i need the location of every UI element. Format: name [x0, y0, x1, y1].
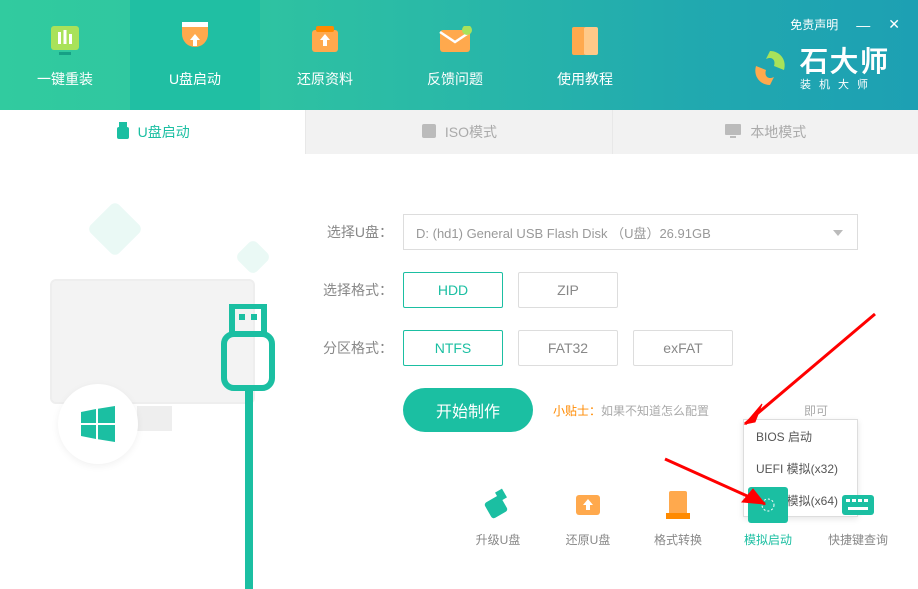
header: 一键重装 U盘启动 还原资料 反馈问题 使用教程 免责声: [0, 0, 918, 110]
tool-label: 还原U盘: [566, 531, 611, 548]
nav-label: 还原资料: [297, 69, 353, 89]
tool-label: 升级U盘: [476, 531, 521, 548]
nav-label: 使用教程: [557, 69, 613, 89]
main-nav: 一键重装 U盘启动 还原资料 反馈问题 使用教程: [0, 0, 650, 110]
tab-usb-boot[interactable]: U盘启动: [0, 110, 306, 154]
brand-title: 石大师: [800, 45, 890, 79]
content: 选择U盘： D: (hd1) General USB Flash Disk （U…: [0, 154, 918, 578]
usb-plug-graphic: [220, 304, 276, 397]
nav-label: 反馈问题: [427, 69, 483, 89]
brand: 石大师 装机大师: [750, 45, 890, 92]
format-zip-button[interactable]: ZIP: [518, 272, 618, 308]
udisk-select[interactable]: D: (hd1) General USB Flash Disk （U盘）26.9…: [403, 214, 858, 250]
titlebar-right: 免责声明 — ✕: [790, 16, 900, 33]
tip-label: 小贴士：: [553, 404, 601, 418]
tip: 小贴士：如果不知道怎么配置: [553, 402, 709, 419]
tool-label: 快捷键查询: [828, 531, 888, 548]
tool-label: 格式转换: [654, 531, 702, 548]
tool-upgrade-udisk[interactable]: 升级U盘: [468, 487, 528, 548]
nav-label: U盘启动: [169, 69, 221, 89]
label-partition: 分区格式：: [318, 338, 393, 358]
decor-shape: [235, 239, 272, 276]
row-select-format: 选择格式： HDD ZIP: [318, 272, 878, 308]
usb-boot-icon: [175, 21, 215, 61]
monitor-icon: [724, 123, 742, 142]
label-udisk: 选择U盘：: [318, 222, 393, 242]
annotation-arrow-1: [700, 309, 880, 439]
usb-small-icon: [116, 122, 130, 143]
nav-tutorial[interactable]: 使用教程: [520, 0, 650, 110]
udisk-value: D: (hd1) General USB Flash Disk （U盘）26.9…: [416, 223, 711, 242]
row-select-udisk: 选择U盘： D: (hd1) General USB Flash Disk （U…: [318, 214, 878, 250]
restore-small-icon: [568, 487, 608, 523]
restore-icon: [305, 21, 345, 61]
feedback-icon: [435, 21, 475, 61]
tab-label: U盘启动: [138, 122, 190, 142]
annotation-arrow-2: [660, 454, 790, 514]
illustration: [30, 184, 300, 514]
nav-usb-boot[interactable]: U盘启动: [130, 0, 260, 110]
tool-label: 模拟启动: [744, 531, 792, 548]
tutorial-icon: [565, 21, 605, 61]
brand-subtitle: 装机大师: [800, 79, 890, 92]
label-format: 选择格式：: [318, 280, 393, 300]
tab-label: ISO模式: [445, 122, 497, 142]
tab-iso[interactable]: ISO模式: [306, 110, 612, 154]
upgrade-icon: [478, 487, 518, 523]
close-button[interactable]: ✕: [888, 16, 900, 33]
usb-cable-graphic: [245, 389, 253, 589]
tip-text: 如果不知道怎么配置: [601, 404, 709, 418]
windows-icon: [78, 404, 118, 444]
tool-restore-udisk[interactable]: 还原U盘: [558, 487, 618, 548]
keyboard-icon: [838, 487, 878, 523]
start-make-button[interactable]: 开始制作: [403, 388, 533, 432]
nav-reinstall[interactable]: 一键重装: [0, 0, 130, 110]
tab-label: 本地模式: [750, 122, 806, 142]
nav-feedback[interactable]: 反馈问题: [390, 0, 520, 110]
partition-fat32-button[interactable]: FAT32: [518, 330, 618, 366]
nav-restore[interactable]: 还原资料: [260, 0, 390, 110]
partition-ntfs-button[interactable]: NTFS: [403, 330, 503, 366]
disclaimer-link[interactable]: 免责声明: [790, 16, 838, 33]
reinstall-icon: [45, 21, 85, 61]
tab-local[interactable]: 本地模式: [613, 110, 918, 154]
iso-icon: [421, 123, 437, 142]
nav-label: 一键重装: [37, 69, 93, 89]
mode-tabs: U盘启动 ISO模式 本地模式: [0, 110, 918, 154]
minimize-button[interactable]: —: [856, 17, 870, 33]
format-hdd-button[interactable]: HDD: [403, 272, 503, 308]
tool-shortcut-query[interactable]: 快捷键查询: [828, 487, 888, 548]
brand-logo-icon: [750, 48, 790, 88]
decor-shape: [87, 201, 144, 258]
windows-badge: [58, 384, 138, 464]
